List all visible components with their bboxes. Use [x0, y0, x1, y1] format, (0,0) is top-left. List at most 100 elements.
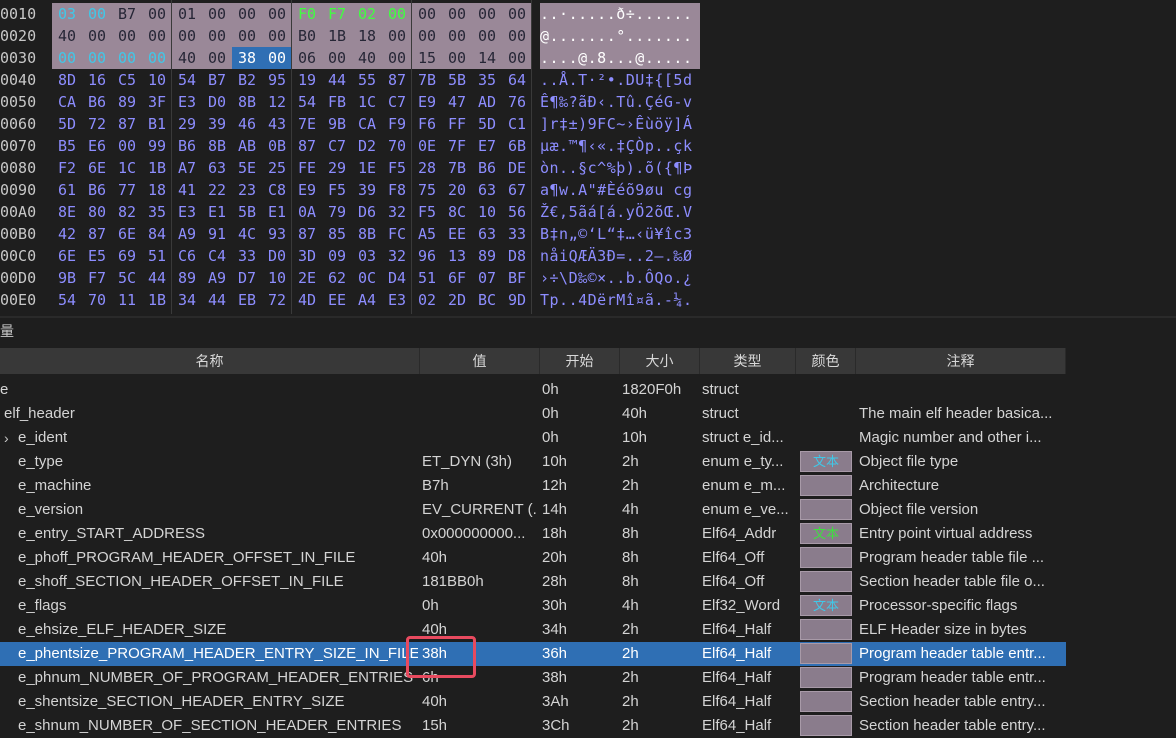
- hex-byte[interactable]: 0E: [412, 135, 442, 157]
- hex-byte[interactable]: 00: [442, 25, 472, 47]
- hex-byte[interactable]: 51: [142, 245, 172, 267]
- hex-byte[interactable]: BC: [472, 289, 502, 311]
- hex-byte[interactable]: 69: [112, 245, 142, 267]
- hex-byte[interactable]: B7: [112, 3, 142, 25]
- table-row[interactable]: e_phentsize_PROGRAM_HEADER_ENTRY_SIZE_IN…: [0, 642, 1066, 666]
- hex-byte[interactable]: C4: [202, 245, 232, 267]
- hex-byte[interactable]: 00: [142, 25, 172, 47]
- hex-byte[interactable]: E9: [412, 91, 442, 113]
- hex-byte[interactable]: 00: [412, 3, 442, 25]
- column-header-start[interactable]: 开始: [540, 348, 620, 374]
- hex-byte[interactable]: B5: [52, 135, 82, 157]
- hex-byte[interactable]: 67: [502, 179, 532, 201]
- table-row[interactable]: elf_header 0h 40h struct The main elf header…: [0, 402, 1066, 426]
- hex-byte[interactable]: F7: [322, 3, 352, 25]
- hex-byte[interactable]: C7: [322, 135, 352, 157]
- hex-byte[interactable]: 25: [262, 157, 292, 179]
- hex-byte[interactable]: 18: [142, 179, 172, 201]
- hex-byte[interactable]: 72: [82, 113, 112, 135]
- ascii-text[interactable]: ›÷\D‰©×..b.ÔQo.¿: [540, 267, 693, 289]
- hex-row[interactable]: 0030 00 00 00 00 40 00 38 00 06 00 40 00 15 00 14 00....…: [0, 47, 1176, 69]
- table-row[interactable]: e_entry_START_ADDRESS 0x000000000... 18h 8h…: [0, 522, 1066, 546]
- hex-byte[interactable]: B7: [202, 69, 232, 91]
- hex-byte[interactable]: 00: [382, 47, 412, 69]
- color-swatch[interactable]: [800, 667, 852, 688]
- hex-byte[interactable]: D6: [352, 201, 382, 223]
- hex-byte[interactable]: 40: [52, 25, 82, 47]
- hex-byte[interactable]: 39: [202, 113, 232, 135]
- hex-byte[interactable]: 82: [112, 201, 142, 223]
- hex-byte[interactable]: 00: [232, 3, 262, 25]
- table-row[interactable]: e_ehsize_ELF_HEADER_SIZE 40h 34h 2h Elf64_Ha…: [0, 618, 1066, 642]
- hex-byte[interactable]: FF: [442, 113, 472, 135]
- hex-byte[interactable]: F5: [322, 179, 352, 201]
- ascii-text[interactable]: òn..§c^%þ).õ({¶Þ: [540, 157, 693, 179]
- hex-byte[interactable]: 29: [172, 113, 202, 135]
- table-row[interactable]: › e_ident 0h 10h struct e_id... Magic number …: [0, 426, 1066, 450]
- hex-row[interactable]: 0090 61 B6 77 18 41 22 23 C8 E9 F5 39 F8 75 20 63 67 a¶w.…: [0, 179, 1176, 201]
- hex-byte[interactable]: 84: [142, 223, 172, 245]
- hex-byte[interactable]: 03: [52, 3, 82, 25]
- hex-byte[interactable]: E3: [172, 91, 202, 113]
- hex-byte[interactable]: 00: [142, 47, 172, 69]
- hex-byte[interactable]: B6: [82, 179, 112, 201]
- hex-byte[interactable]: 5B: [232, 201, 262, 223]
- ascii-text[interactable]: Ž€,5ãá[á.yÖ2õŒ.V: [540, 201, 693, 223]
- hex-row[interactable]: 0060 5D 72 87 B1 29 39 46 43 7E 9B CA F9 F6 FF 5D C1]r‡±…: [0, 113, 1176, 135]
- hex-row[interactable]: 00D0 9B F7 5C 44 89 A9 D7 10 2E 62 0C D4 51 6F 07 BF ›÷\D…: [0, 267, 1176, 289]
- hex-byte[interactable]: 12: [262, 91, 292, 113]
- hex-byte[interactable]: 00: [502, 3, 532, 25]
- hex-byte[interactable]: 63: [472, 179, 502, 201]
- hex-byte[interactable]: 6E: [52, 245, 82, 267]
- hex-byte[interactable]: 1B: [142, 157, 172, 179]
- hex-byte[interactable]: 39: [352, 179, 382, 201]
- hex-byte[interactable]: 8B: [202, 135, 232, 157]
- hex-byte[interactable]: 0B: [262, 135, 292, 157]
- hex-byte[interactable]: 22: [202, 179, 232, 201]
- hex-byte[interactable]: 5D: [472, 113, 502, 135]
- hex-byte[interactable]: 0C: [352, 267, 382, 289]
- table-row[interactable]: e 0h 1820F0h struct: [0, 378, 1066, 402]
- ascii-text[interactable]: Ê¶‰?ãÐ‹.Tû.ÇéG-v: [540, 91, 693, 113]
- hex-byte[interactable]: 14: [472, 47, 502, 69]
- hex-byte[interactable]: 61: [52, 179, 82, 201]
- hex-byte[interactable]: 87: [292, 135, 322, 157]
- hex-byte[interactable]: 89: [112, 91, 142, 113]
- hex-byte[interactable]: 00: [112, 25, 142, 47]
- hex-byte[interactable]: 1C: [352, 91, 382, 113]
- hex-byte[interactable]: 51: [412, 267, 442, 289]
- hex-byte[interactable]: 01: [172, 3, 202, 25]
- hex-byte[interactable]: E1: [262, 201, 292, 223]
- hex-byte[interactable]: 85: [322, 223, 352, 245]
- hex-byte[interactable]: 42: [52, 223, 82, 245]
- hex-byte[interactable]: FC: [382, 223, 412, 245]
- ascii-text[interactable]: @.......°.......: [540, 25, 700, 47]
- hex-byte[interactable]: F9: [382, 113, 412, 135]
- hex-byte[interactable]: C5: [112, 69, 142, 91]
- hex-byte[interactable]: DE: [502, 157, 532, 179]
- hex-byte[interactable]: 28: [412, 157, 442, 179]
- hex-byte[interactable]: 02: [412, 289, 442, 311]
- hex-byte[interactable]: 00: [502, 25, 532, 47]
- hex-byte[interactable]: 46: [232, 113, 262, 135]
- hex-byte[interactable]: 02: [352, 3, 382, 25]
- hex-byte[interactable]: B2: [232, 69, 262, 91]
- hex-byte[interactable]: 00: [52, 47, 82, 69]
- hex-row[interactable]: 0020 40 00 00 00 00 00 00 00 B0 1B 18 00 00 00 00 00 @...…: [0, 25, 1176, 47]
- hex-byte[interactable]: 33: [232, 245, 262, 267]
- ascii-text[interactable]: B‡n„©‘L“‡…‹ü¥îc3: [540, 223, 693, 245]
- color-swatch[interactable]: 文本: [800, 595, 852, 616]
- hex-byte[interactable]: F2: [52, 157, 82, 179]
- hex-byte[interactable]: 70: [382, 135, 412, 157]
- hex-byte[interactable]: 11: [112, 289, 142, 311]
- hex-byte[interactable]: 00: [232, 25, 262, 47]
- hex-byte[interactable]: 10: [262, 267, 292, 289]
- hex-byte[interactable]: EE: [322, 289, 352, 311]
- hex-byte[interactable]: EB: [232, 289, 262, 311]
- hex-byte[interactable]: F7: [82, 267, 112, 289]
- hex-byte[interactable]: 72: [262, 289, 292, 311]
- ascii-text[interactable]: a¶w.A"#Èéõ9øu cg: [540, 179, 693, 201]
- color-swatch[interactable]: [800, 499, 852, 520]
- hex-byte[interactable]: 63: [472, 223, 502, 245]
- hex-byte[interactable]: 2E: [292, 267, 322, 289]
